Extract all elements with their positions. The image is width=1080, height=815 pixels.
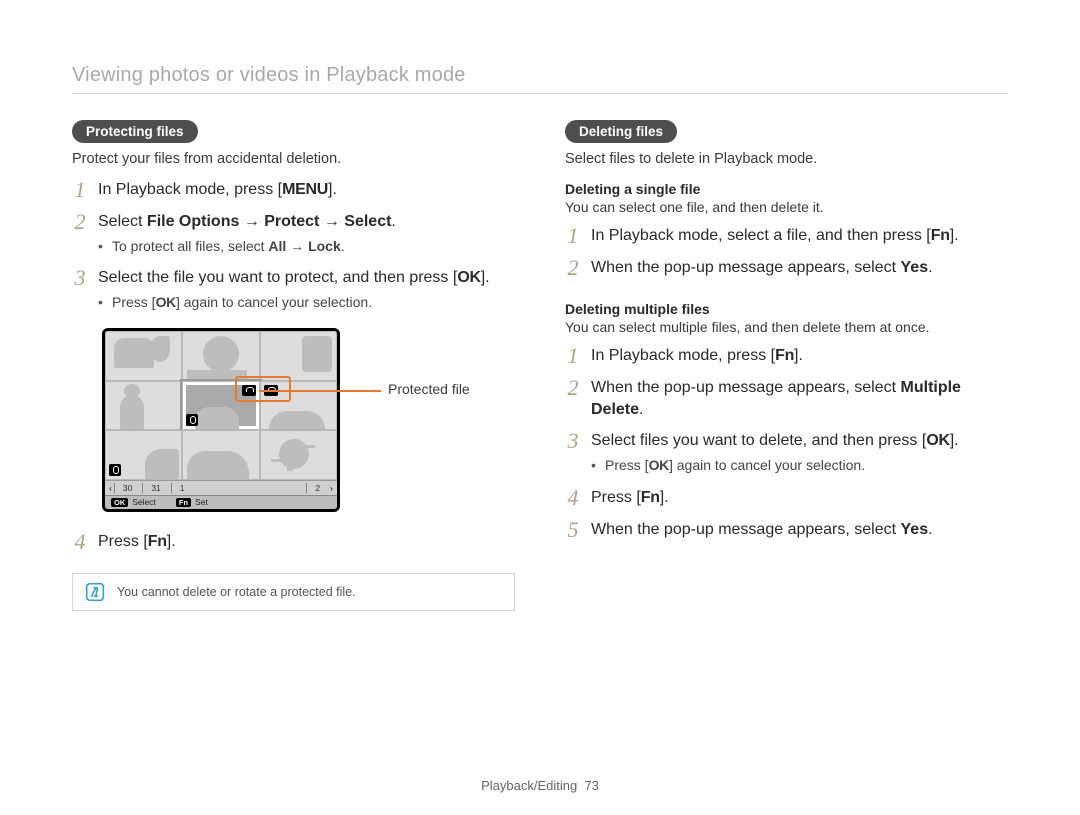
lock-icon bbox=[242, 385, 256, 396]
deleting-intro: Select files to delete in Playback mode. bbox=[565, 151, 1008, 167]
fn-button-label: Fn bbox=[931, 227, 950, 244]
fn-button-label: Fn bbox=[775, 347, 794, 364]
left-column: Protecting files Protect your files from… bbox=[72, 120, 515, 611]
date-next-icon: › bbox=[330, 483, 333, 493]
delete-multi-step-3: Select files you want to delete, and the… bbox=[591, 430, 1008, 476]
note-text: You cannot delete or rotate a protected … bbox=[117, 585, 356, 599]
step-number: 2 bbox=[565, 377, 581, 399]
step-number: 2 bbox=[565, 257, 581, 279]
fn-badge: Fn bbox=[176, 498, 191, 507]
delete-single-step-1: In Playback mode, select a file, and the… bbox=[591, 225, 1008, 247]
step-number: 4 bbox=[72, 531, 88, 553]
thumbnail-screen-figure: ‹ 30 31 1 2 › OK Select Fn bbox=[102, 328, 532, 513]
footer-page-number: 73 bbox=[584, 778, 598, 793]
protect-step-4: Press [Fn]. bbox=[98, 531, 515, 553]
callout-label: Protected file bbox=[388, 381, 470, 397]
page-footer: Playback/Editing 73 bbox=[0, 778, 1080, 793]
info-icon bbox=[85, 582, 105, 602]
voice-memo-icon bbox=[109, 464, 121, 476]
step-number: 1 bbox=[565, 345, 581, 367]
step-number: 1 bbox=[565, 225, 581, 247]
protect-step-3-bullet: Press [OK] again to cancel your selectio… bbox=[98, 293, 515, 312]
step-number: 3 bbox=[72, 267, 88, 289]
ok-button-label: OK bbox=[457, 269, 480, 286]
protect-step-3: Select the file you want to protect, and… bbox=[98, 267, 515, 313]
protecting-files-pill: Protecting files bbox=[72, 120, 198, 143]
page-header: Viewing photos or videos in Playback mod… bbox=[72, 64, 1008, 94]
thumb bbox=[182, 430, 259, 480]
thumb bbox=[105, 331, 182, 381]
footer-section: Playback/Editing bbox=[481, 778, 577, 793]
voice-memo-icon bbox=[186, 414, 198, 426]
protect-step-2-bullet: To protect all files, select All → Lock. bbox=[98, 237, 515, 256]
fn-button-label: Fn bbox=[148, 533, 167, 550]
thumb bbox=[260, 430, 337, 480]
protect-step-1: In Playback mode, press [MENU]. bbox=[98, 179, 515, 201]
deleting-single-heading: Deleting a single file bbox=[565, 181, 1008, 197]
menu-button-label: MENU bbox=[282, 181, 328, 198]
status-set-label: Set bbox=[195, 497, 208, 507]
delete-single-step-2: When the pop-up message appears, select … bbox=[591, 257, 1008, 279]
thumb bbox=[260, 381, 337, 431]
date-scroll-bar: ‹ 30 31 1 2 › bbox=[105, 480, 337, 495]
delete-multi-step-3-bullet: Press [OK] again to cancel your selectio… bbox=[591, 456, 1008, 475]
status-bar: OK Select Fn Set bbox=[105, 495, 337, 509]
step-number: 4 bbox=[565, 487, 581, 509]
camera-screen: ‹ 30 31 1 2 › OK Select Fn bbox=[102, 328, 340, 512]
thumb bbox=[260, 331, 337, 381]
step-number: 3 bbox=[565, 430, 581, 452]
ok-button-label: OK bbox=[926, 432, 949, 449]
step-number: 1 bbox=[72, 179, 88, 201]
date-segment: 31 bbox=[142, 483, 168, 493]
protecting-intro: Protect your files from accidental delet… bbox=[72, 151, 515, 167]
deleting-multiple-desc: You can select multiple files, and then … bbox=[565, 319, 1008, 335]
status-select-label: Select bbox=[132, 497, 156, 507]
note-box: You cannot delete or rotate a protected … bbox=[72, 573, 515, 611]
date-segment: 1 bbox=[171, 483, 305, 493]
protect-step-2: Select File Options → Protect → Select. … bbox=[98, 211, 515, 257]
step-number: 2 bbox=[72, 211, 88, 233]
deleting-single-desc: You can select one file, and then delete… bbox=[565, 199, 1008, 215]
date-prev-icon: ‹ bbox=[109, 483, 112, 493]
thumb-selected bbox=[182, 381, 259, 431]
date-segment: 30 bbox=[114, 483, 140, 493]
step-number: 5 bbox=[565, 519, 581, 541]
fn-button-label: Fn bbox=[641, 489, 660, 506]
date-segment: 2 bbox=[306, 483, 328, 493]
deleting-multiple-heading: Deleting multiple files bbox=[565, 301, 1008, 317]
ok-button-label: OK bbox=[156, 294, 176, 310]
delete-multi-step-4: Press [Fn]. bbox=[591, 487, 1008, 509]
ok-badge: OK bbox=[111, 498, 128, 507]
delete-multi-step-2: When the pop-up message appears, select … bbox=[591, 377, 1008, 420]
deleting-files-pill: Deleting files bbox=[565, 120, 677, 143]
right-column: Deleting files Select files to delete in… bbox=[565, 120, 1008, 611]
delete-multi-step-1: In Playback mode, press [Fn]. bbox=[591, 345, 1008, 367]
thumb bbox=[105, 430, 182, 480]
callout-leader-line bbox=[259, 390, 381, 392]
thumb bbox=[182, 331, 259, 381]
ok-button-label: OK bbox=[649, 457, 669, 473]
thumb bbox=[105, 381, 182, 431]
delete-multi-step-5: When the pop-up message appears, select … bbox=[591, 519, 1008, 541]
